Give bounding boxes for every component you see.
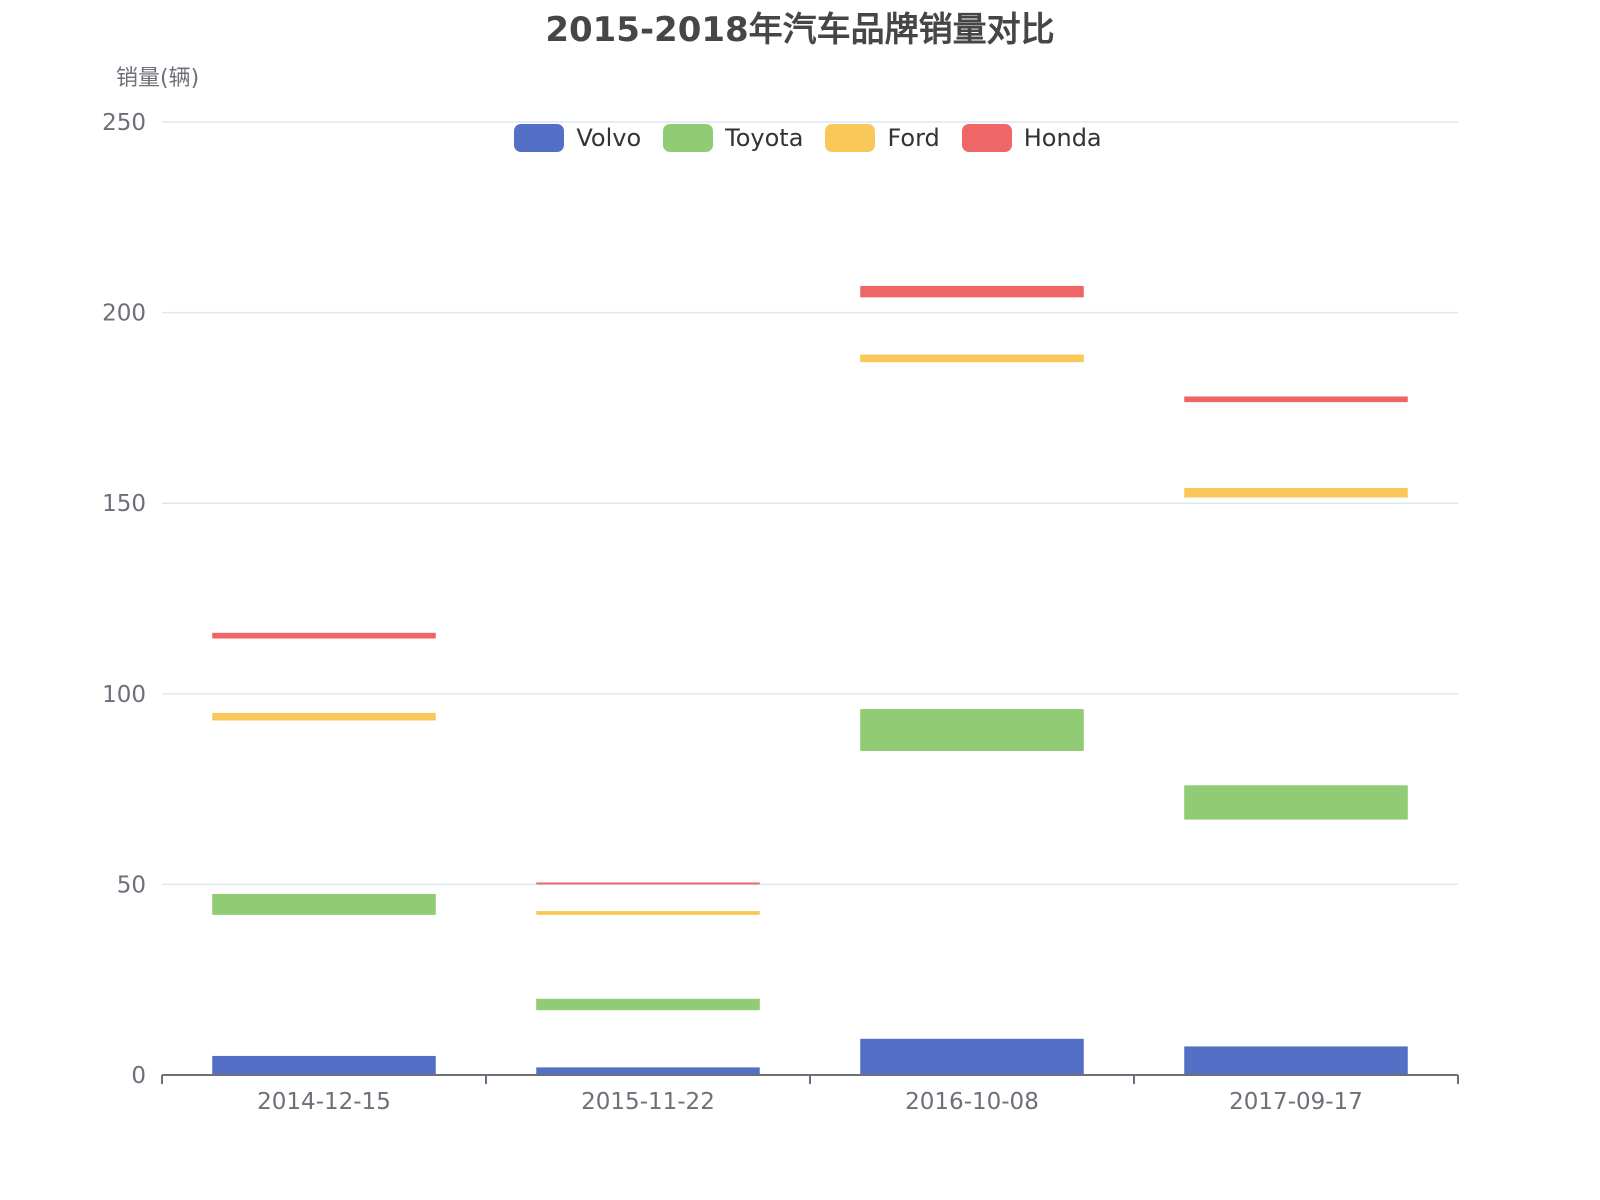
bar-ford-3 [860, 354, 1084, 363]
x-tick-label: 2014-12-15 [257, 1089, 391, 1115]
y-tick-label: 250 [102, 110, 146, 136]
bar-toyota-2 [536, 998, 760, 1011]
y-tick-label: 200 [102, 301, 146, 327]
chart-plot: 0 50 100 150 200 250 2014-12-15 2015-11-22 2016-… [102, 110, 1459, 1115]
x-tick-label: 2016-10-08 [905, 1089, 1039, 1115]
bar-honda-2 [536, 882, 760, 885]
bar-volvo-4 [1184, 1046, 1408, 1075]
bar-ford-2 [536, 911, 760, 915]
x-tick-label: 2015-11-22 [581, 1089, 715, 1115]
bar-volvo-2 [536, 1067, 760, 1075]
bar-honda-3 [860, 285, 1084, 298]
y-tick-label: 0 [131, 1063, 146, 1089]
y-tick-label: 150 [102, 491, 146, 517]
bar-honda-1 [212, 632, 436, 639]
bar-toyota-3 [860, 709, 1084, 751]
bar-toyota-1 [212, 893, 436, 915]
y-tick-label: 50 [117, 872, 146, 898]
x-tick-label: 2017-09-17 [1229, 1089, 1363, 1115]
bar-volvo-3 [860, 1038, 1084, 1075]
y-tick-label: 100 [102, 682, 146, 708]
bar-toyota-4 [1184, 785, 1408, 820]
bar-volvo-1 [212, 1055, 436, 1075]
bar-ford-4 [1184, 487, 1408, 498]
bar-ford-1 [212, 712, 436, 721]
bar-honda-4 [1184, 396, 1408, 403]
